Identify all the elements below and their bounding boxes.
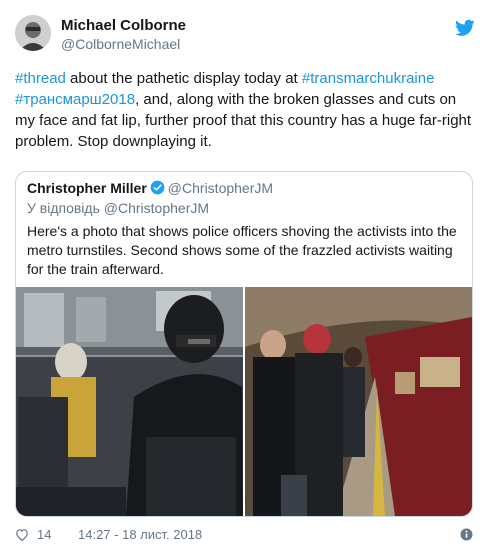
hashtag-transmarsh2018[interactable]: #трансмарш2018 [15,91,135,108]
quoted-header: Christopher Miller @ChristopherJM [27,180,273,196]
verified-badge-icon [150,180,165,195]
quoted-author-handle[interactable]: @ChristopherJM [168,180,273,196]
quoted-text: Here's a photo that shows police officer… [27,223,457,277]
reply-context: У відповідь @ChristopherJM [27,200,209,216]
quoted-tweet[interactable]: Christopher Miller @ChristopherJM У відп… [15,171,473,517]
reply-prefix: У відповідь [27,200,100,216]
twitter-bird-icon[interactable] [455,19,475,37]
hashtag-thread[interactable]: #thread [15,70,66,87]
avatar[interactable] [15,15,51,51]
author-name[interactable]: Michael Colborne [61,17,186,34]
metro-platform-photo[interactable] [245,287,472,516]
like-count: 14 [37,527,52,542]
timestamp[interactable]: 14:27 - 18 лист. 2018 [78,527,202,542]
reply-handle[interactable]: @ChristopherJM [104,200,209,216]
tweet-text: #thread about the pathetic display today… [15,68,475,152]
photo-grid [16,287,472,516]
info-icon[interactable] [460,528,473,541]
police-turnstiles-photo[interactable] [16,287,243,516]
tweet-text-segment: about the pathetic display today at [65,70,302,87]
tweet-footer: 14 14:27 - 18 лист. 2018 [15,527,475,543]
heart-icon[interactable] [15,528,29,541]
author-handle[interactable]: @ColborneMichael [61,36,180,52]
quoted-author-name[interactable]: Christopher Miller [27,180,147,196]
tweet-header: Michael Colborne @ColborneMichael [15,15,475,57]
hashtag-transmarchukraine[interactable]: #transmarchukraine [302,70,435,87]
